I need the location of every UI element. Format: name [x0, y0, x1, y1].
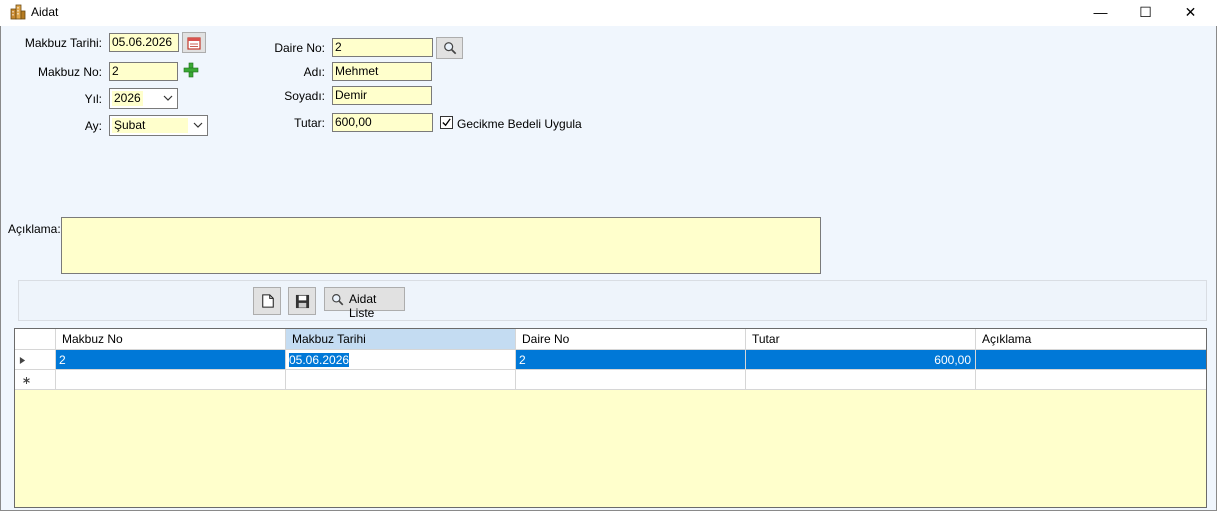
column-header-aciklama[interactable]: Açıklama — [976, 329, 1206, 350]
makbuz-tarihi-label: Makbuz Tarihi: — [24, 36, 102, 50]
adi-input[interactable]: Mehmet — [332, 62, 432, 81]
new-row-cell[interactable] — [976, 370, 1206, 390]
search-icon — [444, 42, 457, 55]
date-picker-button[interactable] — [182, 32, 206, 53]
plus-icon — [183, 62, 199, 78]
new-row-cell[interactable] — [516, 370, 746, 390]
table-cell-tutar[interactable]: 600,00 — [746, 350, 976, 370]
gecikme-checkbox[interactable] — [440, 116, 453, 129]
floppy-disk-icon — [295, 294, 310, 309]
aidat-grid[interactable]: Makbuz No Makbuz Tarihi Daire No Tutar A… — [14, 328, 1207, 508]
toolbar-panel — [18, 280, 1207, 321]
soyadi-input[interactable]: Demir — [332, 86, 432, 105]
daire-no-label: Daire No: — [274, 41, 325, 55]
checkmark-icon — [442, 118, 451, 127]
row-header-new[interactable] — [15, 370, 56, 390]
save-button[interactable] — [288, 287, 316, 315]
window-title: Aidat — [31, 5, 59, 19]
new-record-button[interactable] — [253, 287, 281, 315]
table-cell-makbuz-tarihi-editing[interactable]: 05.06.2026 — [286, 350, 516, 370]
aidat-liste-button[interactable]: Aidat Liste — [324, 287, 405, 320]
adi-label: Adı: — [303, 65, 325, 79]
aciklama-input[interactable] — [61, 217, 821, 274]
column-header-makbuz-no[interactable]: Makbuz No — [56, 329, 286, 350]
daire-no-input[interactable]: 2 — [332, 38, 433, 57]
new-row-asterisk-icon — [23, 377, 30, 384]
ay-select[interactable]: Şubat — [109, 115, 208, 136]
table-cell-aciklama[interactable] — [976, 350, 1206, 370]
gecikme-label: Gecikme Bedeli Uygula — [457, 117, 582, 131]
close-button[interactable]: ✕ — [1168, 0, 1213, 24]
tutar-label: Tutar: — [294, 116, 325, 130]
maximize-icon: ☐ — [1139, 4, 1152, 20]
search-icon — [332, 294, 344, 306]
column-header-tutar[interactable]: Tutar — [746, 329, 976, 350]
grid-corner-header — [15, 329, 56, 350]
ay-select-value: Şubat — [112, 118, 188, 133]
current-row-arrow-icon — [19, 357, 26, 364]
yil-select[interactable]: 2026 — [109, 88, 178, 109]
table-cell-makbuz-no[interactable]: 2 — [56, 350, 286, 370]
title-bar: Aidat — ☐ ✕ — [0, 0, 1217, 26]
column-header-makbuz-tarihi[interactable]: Makbuz Tarihi — [286, 329, 516, 350]
chevron-down-icon — [193, 122, 203, 128]
selected-date-text: 05.06.2026 — [289, 353, 350, 367]
row-header-current[interactable] — [15, 350, 56, 370]
column-header-daire-no[interactable]: Daire No — [516, 329, 746, 350]
close-icon: ✕ — [1184, 4, 1197, 20]
tutar-input[interactable]: 600,00 — [332, 113, 433, 132]
yil-select-value: 2026 — [112, 91, 143, 106]
aidat-liste-label: Aidat Liste — [349, 292, 377, 320]
new-document-icon — [262, 294, 274, 308]
minimize-button[interactable]: — — [1078, 0, 1123, 24]
yil-label: Yıl: — [84, 92, 102, 106]
minimize-icon: — — [1093, 4, 1108, 20]
soyadi-label: Soyadı: — [284, 89, 325, 103]
add-receipt-button[interactable] — [183, 62, 201, 80]
new-row-cell[interactable] — [286, 370, 516, 390]
aciklama-label: Açıklama: — [8, 222, 61, 236]
calendar-icon — [187, 37, 201, 50]
chevron-down-icon — [163, 95, 173, 101]
makbuz-no-label: Makbuz No: — [37, 65, 102, 79]
new-row-cell[interactable] — [746, 370, 976, 390]
new-row-cell[interactable] — [56, 370, 286, 390]
daire-search-button[interactable] — [436, 37, 463, 59]
maximize-button[interactable]: ☐ — [1123, 0, 1168, 24]
table-cell-daire-no[interactable]: 2 — [516, 350, 746, 370]
makbuz-no-input[interactable]: 2 — [109, 62, 178, 81]
building-icon — [10, 4, 26, 20]
makbuz-tarihi-input[interactable]: 05.06.2026 — [109, 33, 179, 52]
ay-label: Ay: — [84, 119, 102, 133]
